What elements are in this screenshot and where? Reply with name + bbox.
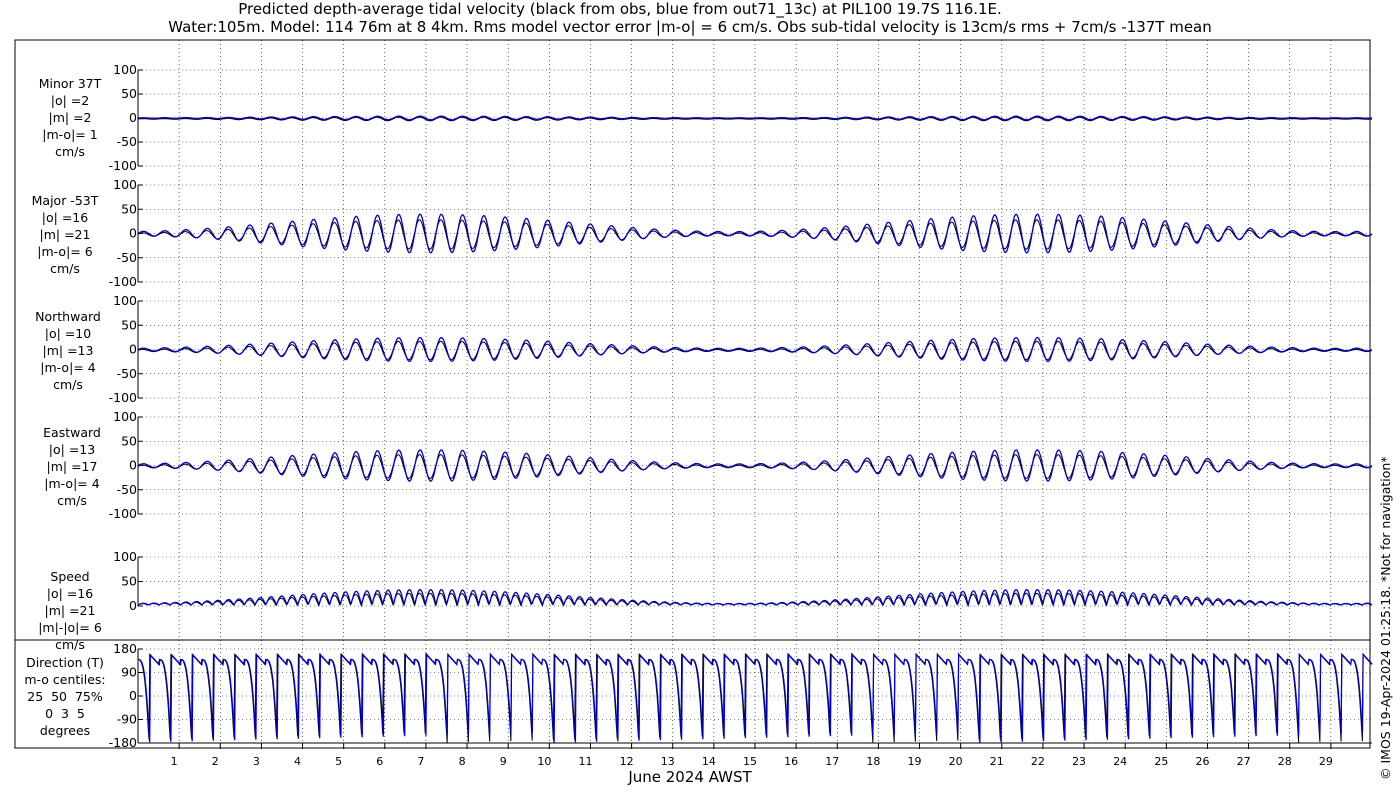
y-tick-label: 0 <box>129 226 137 241</box>
x-tick-label: 17 <box>825 755 839 768</box>
y-tick-label: 0 <box>129 598 137 613</box>
y-tick-label: 100 <box>113 293 137 308</box>
panel-label-east: Eastward |o| =13 |m| =17 |m-o|= 4 cm/s <box>43 425 101 508</box>
x-tick-label: 15 <box>743 755 757 768</box>
obs-series <box>137 453 1373 479</box>
panel-label-minor: Minor 37T |o| =2 |m| =2 |m-o|= 1 cm/s <box>38 76 102 159</box>
panel-direction: 180900-90-180 <box>109 641 1373 750</box>
obs-series <box>137 592 1373 607</box>
y-tick-label: 100 <box>113 409 137 424</box>
x-tick-label: 14 <box>702 755 716 768</box>
y-tick-label: 100 <box>113 549 137 564</box>
x-tick-label: 16 <box>784 755 798 768</box>
panel-speed: 100500 <box>113 549 1373 613</box>
model-series <box>137 652 1373 743</box>
x-tick-label: 8 <box>459 755 466 768</box>
x-tick-label: 27 <box>1237 755 1251 768</box>
x-tick-label: 1 <box>171 755 178 768</box>
x-tick-label: 5 <box>335 755 342 768</box>
x-tick-label: 22 <box>1031 755 1045 768</box>
y-tick-label: -100 <box>109 158 137 173</box>
x-tick-label: 3 <box>253 755 260 768</box>
panel-major: 100500-50-100 <box>109 177 1373 289</box>
panel-minor: 100500-50-100 <box>109 62 1373 173</box>
panel-label-speed: Speed |o| =16 |m| =21 |m|-|o|= 6 cm/s <box>38 569 102 652</box>
x-tick-label: 4 <box>294 755 301 768</box>
panel-label-north: Northward |o| =10 |m| =13 |m-o|= 4 cm/s <box>35 309 101 392</box>
x-tick-label: 6 <box>376 755 383 768</box>
x-tick-label: 7 <box>417 755 424 768</box>
x-tick-label: 18 <box>866 755 880 768</box>
x-tick-label: 13 <box>661 755 675 768</box>
y-tick-label: 100 <box>113 177 137 192</box>
y-tick-label: 0 <box>129 110 137 125</box>
y-tick-label: 0 <box>129 342 137 357</box>
x-tick-label: 25 <box>1154 755 1168 768</box>
x-tick-label: 9 <box>500 755 507 768</box>
x-tick-label: 28 <box>1278 755 1292 768</box>
x-tick-label: 20 <box>949 755 963 768</box>
x-tick-label: 19 <box>908 755 922 768</box>
x-tick-label: 21 <box>990 755 1004 768</box>
x-tick-label: 23 <box>1072 755 1086 768</box>
x-tick-label: 29 <box>1319 755 1333 768</box>
x-tick-label: 10 <box>537 755 551 768</box>
outer-frame <box>14 39 1371 749</box>
panel-label-major: Major -53T |o| =16 |m| =21 |m-o|= 6 cm/s <box>31 193 99 276</box>
x-tick-label: 11 <box>578 755 592 768</box>
credit-text: © IMOS 19-Apr-2024 01:25:18. *Not for na… <box>1378 456 1393 780</box>
panel-east: 100500-50-100 <box>109 409 1373 521</box>
x-tick-label: 12 <box>620 755 634 768</box>
x-tick-label: 26 <box>1195 755 1209 768</box>
x-tick-label: 2 <box>212 755 219 768</box>
x-axis-label: June 2024 AWST <box>628 768 752 786</box>
model-series <box>137 588 1373 608</box>
x-tick-label: 24 <box>1113 755 1127 768</box>
obs-series <box>138 652 1373 743</box>
panel-label-direction: Direction (T) m-o centiles: 25 50 75% 0 … <box>24 655 106 738</box>
y-tick-label: 0 <box>129 688 137 703</box>
tidal-velocity-chart: 100500-50-100100500-50-100100500-50-1001… <box>14 39 1373 768</box>
panel-north: 100500-50-100 <box>109 293 1373 405</box>
